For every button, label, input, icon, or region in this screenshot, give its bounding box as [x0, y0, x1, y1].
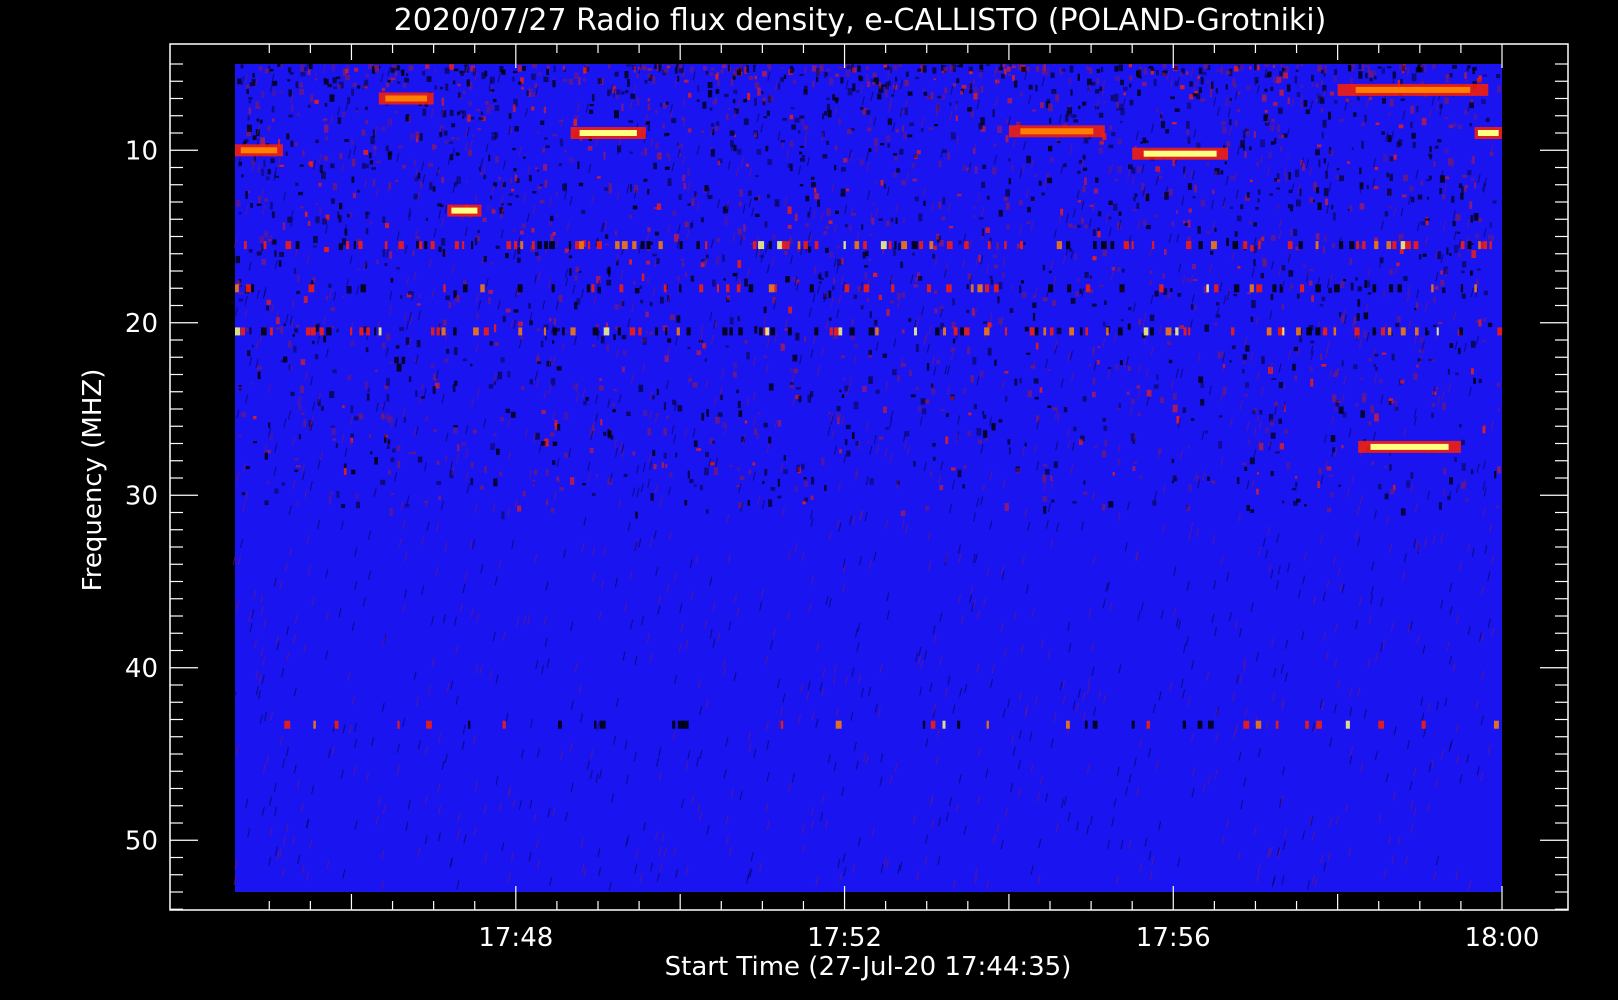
y-tick-label: 40	[125, 654, 158, 684]
burst-core	[1477, 130, 1499, 136]
x-tick-label: 17:56	[1136, 923, 1211, 953]
burst-core	[385, 95, 427, 102]
burst-core	[579, 130, 637, 136]
y-tick-label: 10	[125, 136, 158, 166]
burst-core	[451, 207, 478, 214]
burst-core	[1355, 86, 1471, 93]
y-axis-label: Frequency (MHZ)	[78, 369, 108, 592]
y-tick-label: 20	[125, 309, 158, 339]
x-axis-label: Start Time (27-Jul-20 17:44:35)	[665, 952, 1072, 982]
burst-core	[1143, 150, 1217, 157]
y-tick-label: 50	[125, 826, 158, 856]
x-tick-label: 17:52	[807, 923, 882, 953]
burst-core	[240, 147, 278, 154]
y-tick-label: 30	[125, 481, 158, 511]
chart-title: 2020/07/27 Radio flux density, e-CALLIST…	[394, 3, 1327, 38]
spectrogram-chart: 2020/07/27 Radio flux density, e-CALLIST…	[0, 0, 1618, 1000]
heatmap-background	[235, 64, 1502, 892]
x-tick-label: 17:48	[478, 923, 553, 953]
burst-core	[1370, 443, 1449, 450]
x-tick-label: 18:00	[1465, 923, 1540, 953]
burst-core	[1020, 128, 1094, 135]
heatmap-area	[232, 64, 1503, 892]
